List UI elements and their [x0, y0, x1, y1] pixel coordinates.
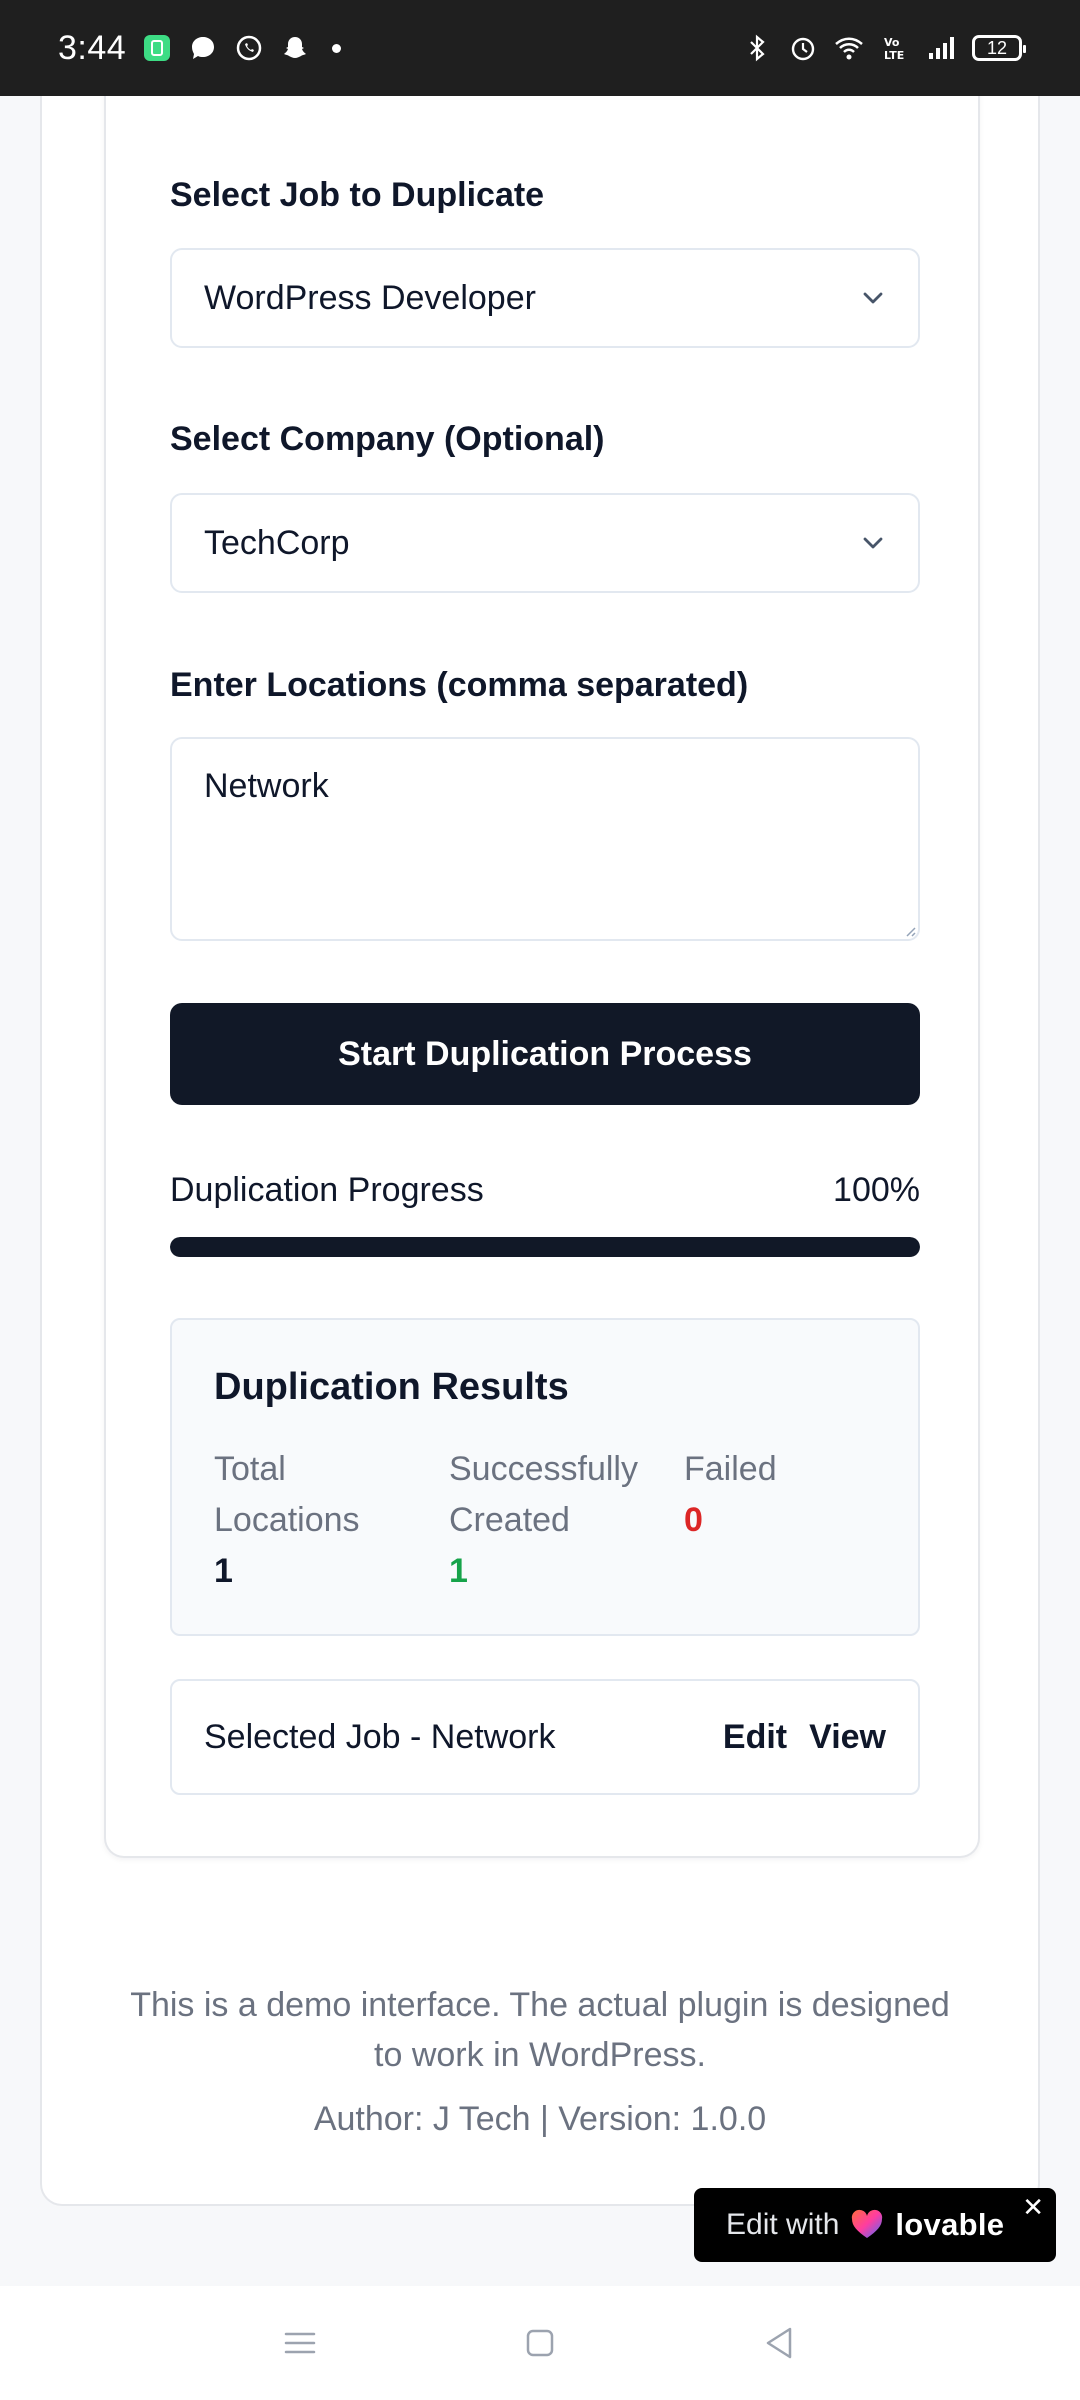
- recent-apps-icon[interactable]: [280, 2323, 320, 2363]
- footer-author: Author: J Tech | Version: 1.0.0: [40, 2094, 1040, 2144]
- edit-link[interactable]: Edit: [723, 1718, 787, 1757]
- stat-total-label-line1: Total: [214, 1450, 286, 1488]
- locations-label: Enter Locations (comma separated): [170, 666, 749, 704]
- progress-bar: [170, 1237, 920, 1257]
- chevron-down-icon: [863, 292, 883, 304]
- chat-icon: [192, 37, 215, 59]
- progress-label: Duplication Progress: [170, 1171, 484, 1209]
- svg-text:LTE: LTE: [884, 49, 904, 62]
- stat-failed: Failed 0: [684, 1444, 904, 1546]
- view-link[interactable]: View: [809, 1718, 886, 1757]
- footer-author-text: Author: J Tech | Version: 1.0.0: [313, 2100, 767, 2138]
- signal-icon: [929, 37, 954, 59]
- selected-job-row: Selected Job - Network Edit View: [170, 1679, 920, 1795]
- page-container: Select Job to Duplicate WordPress Develo…: [40, 0, 1040, 2206]
- stat-total-value: 1: [214, 1552, 233, 1590]
- status-time: 3:44: [58, 28, 127, 67]
- progress-header: Duplication Progress 100%: [170, 1171, 920, 1210]
- resize-grip-icon[interactable]: [902, 923, 916, 937]
- more-notifications-dot: [332, 43, 342, 53]
- company-select-value: TechCorp: [204, 523, 350, 562]
- company-select-label: Select Company (Optional): [170, 420, 605, 458]
- stat-success-value: 1: [449, 1552, 468, 1590]
- back-icon[interactable]: [760, 2323, 800, 2363]
- system-nav-bar: [0, 2286, 1080, 2400]
- stat-total: Total Locations 1: [214, 1444, 434, 1597]
- job-select[interactable]: WordPress Developer: [170, 248, 920, 348]
- status-right: Vo LTE 12: [742, 33, 1026, 63]
- stat-failed-value: 0: [684, 1501, 703, 1539]
- progress-bar-fill: [170, 1237, 920, 1257]
- svg-text:Vo: Vo: [884, 36, 900, 49]
- edit-with-label: Edit with: [726, 2208, 840, 2241]
- stat-success-label-line2: Created: [449, 1501, 570, 1539]
- progress-percent: 100%: [833, 1171, 920, 1209]
- results-title: Duplication Results: [214, 1366, 569, 1408]
- footer-note-line2: to work in WordPress.: [374, 2036, 706, 2074]
- lovable-brand: lovable: [895, 2207, 1005, 2242]
- start-duplication-button[interactable]: Start Duplication Process: [170, 1003, 920, 1105]
- edit-with-lovable-badge[interactable]: Edit with lovable ✕: [694, 2188, 1056, 2262]
- stat-failed-label: Failed: [684, 1450, 777, 1488]
- whatsapp-icon: [236, 35, 262, 61]
- heart-icon: [852, 2209, 883, 2238]
- results-panel: Duplication Results Total Locations 1 Su…: [170, 1318, 920, 1636]
- job-actions: Edit View: [723, 1718, 886, 1757]
- locations-textarea[interactable]: Network: [170, 737, 920, 941]
- status-left: 3:44: [58, 28, 342, 68]
- footer-note: This is a demo interface. The actual plu…: [40, 1980, 1040, 2080]
- company-select[interactable]: TechCorp: [170, 493, 920, 593]
- job-select-value: WordPress Developer: [204, 278, 536, 317]
- stat-total-label-line2: Locations: [214, 1501, 360, 1539]
- chevron-down-icon: [863, 537, 883, 549]
- battery-icon: 12: [972, 35, 1026, 61]
- status-bar: 3:44 Vo LTE 12: [0, 0, 1080, 96]
- close-icon[interactable]: ✕: [1022, 2192, 1044, 2223]
- bluetooth-icon: [750, 34, 765, 62]
- locations-value: Network: [204, 767, 329, 805]
- duplicator-card: Select Job to Duplicate WordPress Develo…: [104, 0, 980, 1858]
- selected-job-title: Selected Job - Network: [204, 1717, 556, 1756]
- home-icon[interactable]: [520, 2323, 560, 2363]
- snapchat-icon: [284, 37, 307, 58]
- stat-success-label-line1: Successfully: [449, 1450, 638, 1488]
- stat-success: Successfully Created 1: [449, 1444, 669, 1597]
- app-notification-icon: [144, 35, 171, 61]
- alarm-icon: [791, 37, 815, 61]
- footer-note-line1: This is a demo interface. The actual plu…: [130, 1986, 950, 2024]
- job-select-label: Select Job to Duplicate: [170, 176, 545, 214]
- volte-icon: VoLTE: [884, 36, 904, 62]
- wifi-icon: [835, 37, 863, 60]
